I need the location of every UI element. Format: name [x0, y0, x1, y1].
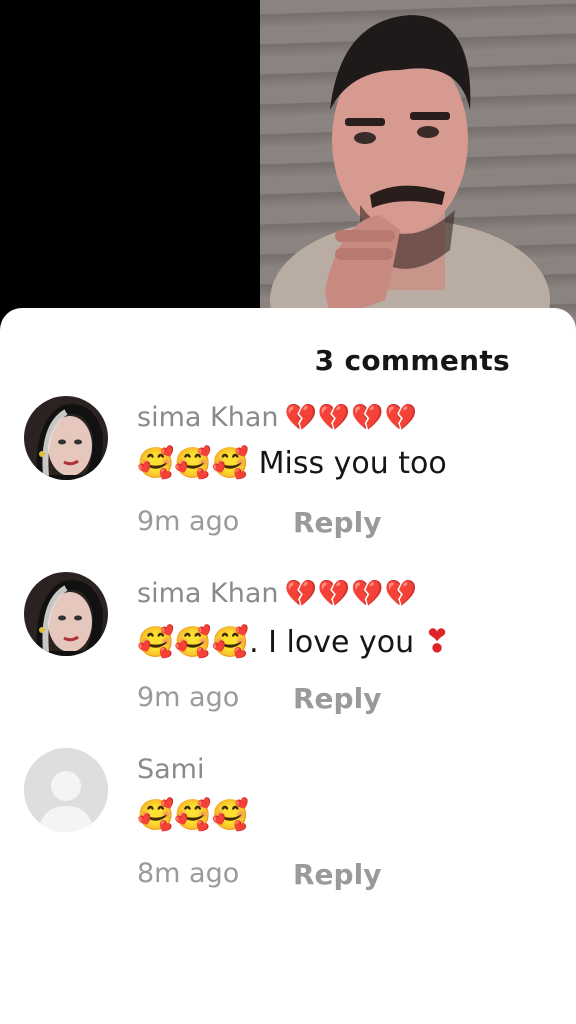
- comment-timestamp: 9m ago: [137, 506, 240, 537]
- default-user-icon: [24, 748, 108, 832]
- broken-heart-icons: 💔💔💔💔: [284, 403, 418, 433]
- broken-heart-icons: 💔💔💔💔: [284, 579, 418, 609]
- smiling-hearts-emoji-icons: 🥰🥰🥰: [137, 798, 250, 833]
- comment-text: 🥰🥰🥰: [137, 798, 249, 833]
- video-player[interactable]: [0, 0, 576, 330]
- reply-button[interactable]: Reply: [293, 682, 381, 715]
- profile-photo-image: [24, 572, 108, 656]
- comment-item: sima Khan 💔💔💔💔 🥰🥰🥰. I love you ❣ 9m ago R…: [0, 572, 576, 742]
- comment-username[interactable]: sima Khan 💔💔💔💔: [137, 578, 418, 609]
- reply-button[interactable]: Reply: [293, 506, 381, 539]
- smiling-hearts-emoji-icons: 🥰🥰🥰: [137, 625, 250, 660]
- comment-item: sima Khan 💔💔💔💔 🥰🥰🥰 Miss you too 9m ago Re…: [0, 396, 576, 566]
- video-thumbnail: [260, 0, 576, 330]
- avatar[interactable]: [24, 572, 108, 656]
- default-avatar[interactable]: [24, 748, 108, 832]
- comment-username[interactable]: sima Khan 💔💔💔💔: [137, 402, 418, 433]
- comments-count-title: 3 comments: [314, 344, 510, 377]
- comment-timestamp: 9m ago: [137, 682, 240, 713]
- profile-photo-image: [24, 396, 108, 480]
- screen: 3 comments sima Khan 💔💔💔💔 🥰🥰🥰 Miss you to…: [0, 0, 576, 1024]
- reply-button[interactable]: Reply: [293, 858, 381, 891]
- heart-exclamation-icon: ❣: [423, 622, 451, 660]
- comment-text: 🥰🥰🥰. I love you ❣: [137, 622, 451, 660]
- smiling-hearts-emoji-icons: 🥰🥰🥰: [137, 446, 250, 481]
- comment-text: 🥰🥰🥰 Miss you too: [137, 446, 447, 481]
- comment-username[interactable]: Sami: [137, 754, 205, 785]
- comment-timestamp: 8m ago: [137, 858, 240, 889]
- person-image: [270, 15, 550, 330]
- comments-sheet: 3 comments sima Khan 💔💔💔💔 🥰🥰🥰 Miss you to…: [0, 308, 576, 1024]
- avatar[interactable]: [24, 396, 108, 480]
- comment-item: Sami 🥰🥰🥰 8m ago Reply: [0, 748, 576, 918]
